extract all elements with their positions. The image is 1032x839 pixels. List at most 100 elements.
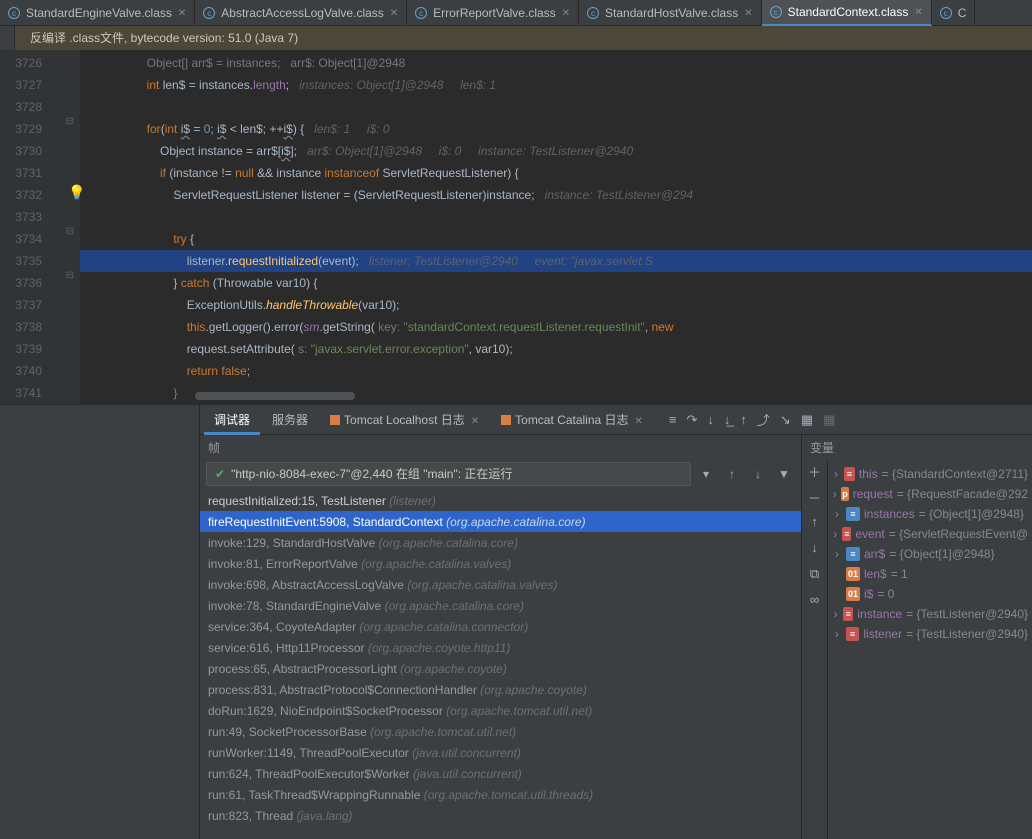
expand-icon[interactable]: › <box>832 465 840 483</box>
close-icon[interactable]: ✕ <box>562 8 570 19</box>
dropdown-arrow-icon[interactable]: ▾ <box>695 463 717 485</box>
tab-overflow[interactable]: c C <box>932 0 976 26</box>
step-out-icon[interactable]: ↑ <box>740 412 747 427</box>
close-icon[interactable]: ✕ <box>178 8 186 19</box>
code-line: ExceptionUtils.handleThrowable(var10); <box>80 294 1032 316</box>
variable-row[interactable]: ›≡arr$ = {Object[1]@2948} <box>828 544 1032 564</box>
link-icon[interactable]: ∞ <box>802 592 827 618</box>
code-line: int len$ = instances.length; instances: … <box>80 74 1032 96</box>
stack-frame[interactable]: run:823, Thread (java.lang) <box>200 805 801 826</box>
thread-selector: ✔ "http-nio-8084-exec-7"@2,440 在组 "main"… <box>206 462 795 486</box>
stack-frame[interactable]: invoke:81, ErrorReportValve (org.apache.… <box>200 553 801 574</box>
tab-label: AbstractAccessLogValve.class <box>221 6 384 20</box>
expand-icon[interactable]: › <box>832 525 838 543</box>
tab-localhost-log[interactable]: Tomcat Localhost 日志✕ <box>320 405 489 435</box>
file-icon: c <box>415 7 427 19</box>
trace-icon[interactable]: ▦ <box>823 412 835 428</box>
tab-debugger[interactable]: 调试器 <box>204 405 260 435</box>
log-icon <box>501 415 511 425</box>
var-type-icon: ≡ <box>842 527 851 541</box>
editor-tabs: c StandardEngineValve.class ✕ c Abstract… <box>0 0 1032 26</box>
expand-icon[interactable]: › <box>832 485 837 503</box>
code-line: this.getLogger().error(sm.getString( key… <box>80 316 1032 338</box>
stack-frame[interactable]: runWorker:1149, ThreadPoolExecutor (java… <box>200 742 801 763</box>
drop-frame-icon[interactable]: ⤴ <box>757 410 770 429</box>
force-step-into-icon[interactable]: ↓̲ <box>724 412 731 427</box>
code-editor[interactable]: 💡 372637273728 372937303731 373237333734… <box>0 50 1032 404</box>
check-icon: ✔ <box>215 462 225 486</box>
remove-watch-icon[interactable]: － <box>802 488 827 514</box>
add-watch-icon[interactable]: ＋ <box>802 462 827 488</box>
stack-frame[interactable]: process:65, AbstractProcessorLight (org.… <box>200 658 801 679</box>
variable-row[interactable]: ›≡this = {StandardContext@2711} <box>828 464 1032 484</box>
vars-title: 变量 <box>802 435 1032 460</box>
step-over-icon[interactable]: ↷ <box>687 412 698 428</box>
close-icon[interactable]: ✕ <box>471 416 479 427</box>
expand-icon[interactable]: › <box>832 505 842 523</box>
move-down-icon[interactable]: ↓ <box>802 540 827 566</box>
prev-thread-icon[interactable]: ↑ <box>721 463 743 485</box>
frames-list[interactable]: requestInitialized:15, TestListener (lis… <box>200 488 801 839</box>
evaluate-icon[interactable]: ▦ <box>801 412 813 428</box>
var-toolbar: ＋ － ↑ ↓ ⧉ ∞ <box>802 460 828 839</box>
thread-label: "http-nio-8084-exec-7"@2,440 在组 "main": … <box>231 462 512 486</box>
stack-frame[interactable]: run:61, TaskThread$WrappingRunnable (org… <box>200 784 801 805</box>
close-icon[interactable]: ✕ <box>390 8 398 19</box>
tab-errorreportvalve[interactable]: c ErrorReportValve.class ✕ <box>407 0 579 26</box>
var-type-icon: ≡ <box>846 547 860 561</box>
var-value: = {Object[1]@2948} <box>919 505 1024 523</box>
show-exec-point-icon[interactable]: ≡ <box>669 412 677 427</box>
variables-list[interactable]: ›≡this = {StandardContext@2711}›prequest… <box>828 460 1032 839</box>
stack-frame[interactable]: requestInitialized:15, TestListener (lis… <box>200 490 801 511</box>
stack-frame[interactable]: process:831, AbstractProtocol$Connection… <box>200 679 801 700</box>
variable-row[interactable]: ›prequest = {RequestFacade@292 <box>828 484 1032 504</box>
close-icon[interactable]: ✕ <box>744 8 752 19</box>
variable-row[interactable]: ›≡event = {ServletRequestEvent@ <box>828 524 1032 544</box>
frames-title: 帧 <box>200 435 801 460</box>
code-area[interactable]: Object[] arr$ = instances; arr$: Object[… <box>80 50 1032 404</box>
stack-frame[interactable]: invoke:129, StandardHostValve (org.apach… <box>200 532 801 553</box>
thread-dropdown[interactable]: ✔ "http-nio-8084-exec-7"@2,440 在组 "main"… <box>206 462 691 486</box>
variable-row[interactable]: ›≡instance = {TestListener@2940} <box>828 604 1032 624</box>
var-name: i$ <box>864 585 873 603</box>
code-line <box>80 206 1032 228</box>
stack-frame[interactable]: invoke:78, StandardEngineValve (org.apac… <box>200 595 801 616</box>
var-name: instances <box>864 505 915 523</box>
fold-column[interactable]: ⊟ ⊟⊟ <box>60 50 80 404</box>
move-up-icon[interactable]: ↑ <box>802 514 827 540</box>
var-name: this <box>859 465 878 483</box>
tab-label: StandardEngineValve.class <box>26 6 172 20</box>
stack-frame[interactable]: doRun:1629, NioEndpoint$SocketProcessor … <box>200 700 801 721</box>
stack-frame[interactable]: run:49, SocketProcessorBase (org.apache.… <box>200 721 801 742</box>
stack-frame[interactable]: service:616, Http11Processor (org.apache… <box>200 637 801 658</box>
var-value: = {RequestFacade@292 <box>897 485 1028 503</box>
step-into-icon[interactable]: ↓ <box>707 412 714 427</box>
tab-server[interactable]: 服务器 <box>262 405 318 435</box>
close-icon[interactable]: ✕ <box>914 7 922 18</box>
filter-icon[interactable]: ▼ <box>773 463 795 485</box>
stack-frame[interactable]: run:624, ThreadPoolExecutor$Worker (java… <box>200 763 801 784</box>
stack-frame[interactable]: service:364, CoyoteAdapter (org.apache.c… <box>200 616 801 637</box>
variable-row[interactable]: ›≡instances = {Object[1]@2948} <box>828 504 1032 524</box>
variable-row[interactable]: 01len$ = 1 <box>828 564 1032 584</box>
tab-standardenginevalve[interactable]: c StandardEngineValve.class ✕ <box>0 0 195 26</box>
file-icon: c <box>770 6 782 18</box>
expand-icon[interactable]: › <box>832 605 839 623</box>
expand-icon[interactable]: › <box>832 625 842 643</box>
next-thread-icon[interactable]: ↓ <box>747 463 769 485</box>
stack-frame[interactable]: invoke:698, AbstractAccessLogValve (org.… <box>200 574 801 595</box>
run-to-cursor-icon[interactable]: ↘ <box>780 412 791 428</box>
copy-icon[interactable]: ⧉ <box>802 566 827 592</box>
close-icon[interactable]: ✕ <box>635 416 643 427</box>
expand-icon[interactable]: › <box>832 545 842 563</box>
variable-row[interactable]: ›≡listener = {TestListener@2940} <box>828 624 1032 644</box>
horizontal-scrollbar[interactable] <box>160 392 1032 402</box>
stack-frame[interactable]: fireRequestInitEvent:5908, StandardConte… <box>200 511 801 532</box>
variable-row[interactable]: 01i$ = 0 <box>828 584 1032 604</box>
tab-standardhostvalve[interactable]: c StandardHostValve.class ✕ <box>579 0 762 26</box>
tab-abstractaccesslogvalve[interactable]: c AbstractAccessLogValve.class ✕ <box>195 0 407 26</box>
tab-label: StandardHostValve.class <box>605 6 738 20</box>
tab-standardcontext[interactable]: c StandardContext.class ✕ <box>762 0 932 26</box>
tab-catalina-log[interactable]: Tomcat Catalina 日志✕ <box>491 405 653 435</box>
debug-sidebar <box>0 405 200 839</box>
